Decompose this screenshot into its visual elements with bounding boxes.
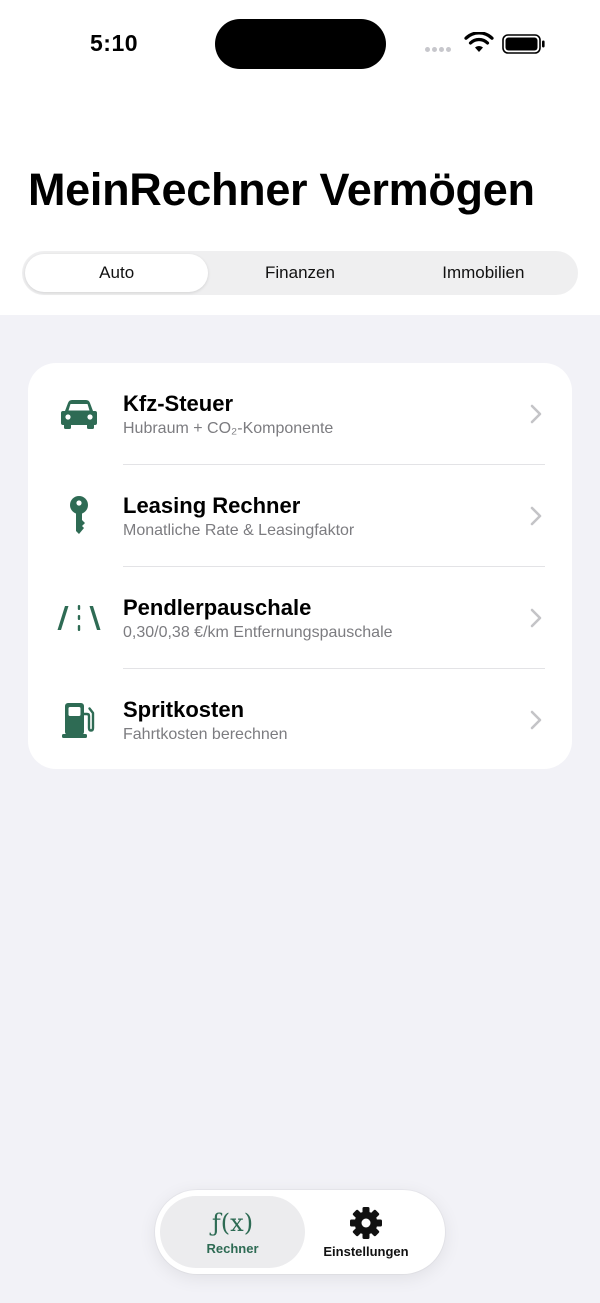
- status-time: 5:10: [90, 30, 139, 56]
- segment-auto[interactable]: Auto: [25, 254, 209, 292]
- battery-icon: [502, 34, 545, 54]
- item-title: Pendlerpauschale: [123, 595, 312, 620]
- chevron-right-icon: [530, 506, 542, 526]
- car-icon: [56, 395, 102, 433]
- list-item-kfz-steuer[interactable]: Kfz-Steuer Hubraum + CO₂-Komponente: [28, 363, 572, 465]
- dynamic-island: [215, 19, 386, 69]
- cellular-signal-icon: [425, 47, 451, 52]
- tab-label: Einstellungen: [323, 1243, 409, 1259]
- item-subtitle: Hubraum + CO₂-Komponente: [123, 420, 334, 437]
- item-subtitle: Fahrtkosten berechnen: [123, 726, 288, 743]
- tab-einstellungen[interactable]: Einstellungen: [300, 1196, 432, 1268]
- list-item-pendlerpauschale[interactable]: Pendlerpauschale 0,30/0,38 €/km Entfernu…: [28, 567, 572, 669]
- tab-label: Rechner: [206, 1240, 259, 1256]
- calculator-list: Kfz-Steuer Hubraum + CO₂-Komponente Leas…: [28, 363, 572, 769]
- tab-bar: ƒ(x) Rechner Einstellungen: [155, 1190, 445, 1274]
- key-icon: [56, 496, 102, 535]
- gear-icon: [350, 1206, 382, 1239]
- road-icon: [56, 599, 102, 637]
- category-segmented-control[interactable]: Auto Finanzen Immobilien: [22, 251, 578, 295]
- item-title: Spritkosten: [123, 697, 245, 722]
- fuel-pump-icon: [56, 701, 102, 739]
- chevron-right-icon: [530, 710, 542, 730]
- header-area: 5:10 MeinRechner Vermögen Auto Finanzen …: [0, 0, 600, 315]
- list-item-spritkosten[interactable]: Spritkosten Fahrtkosten berechnen: [28, 669, 572, 769]
- wifi-icon: [464, 32, 494, 52]
- item-subtitle: 0,30/0,38 €/km Entfernungspauschale: [123, 624, 393, 641]
- function-icon: ƒ(x): [211, 1208, 254, 1237]
- segment-finanzen[interactable]: Finanzen: [208, 254, 391, 292]
- item-title: Kfz-Steuer: [123, 391, 234, 416]
- segment-immobilien[interactable]: Immobilien: [392, 254, 575, 292]
- chevron-right-icon: [530, 608, 542, 628]
- list-item-leasing-rechner[interactable]: Leasing Rechner Monatliche Rate & Leasin…: [28, 465, 572, 567]
- page-title: MeinRechner Vermögen: [28, 164, 535, 215]
- item-subtitle: Monatliche Rate & Leasingfaktor: [123, 522, 355, 539]
- chevron-right-icon: [530, 404, 542, 424]
- item-title: Leasing Rechner: [123, 493, 301, 518]
- tab-rechner[interactable]: ƒ(x) Rechner: [160, 1196, 305, 1268]
